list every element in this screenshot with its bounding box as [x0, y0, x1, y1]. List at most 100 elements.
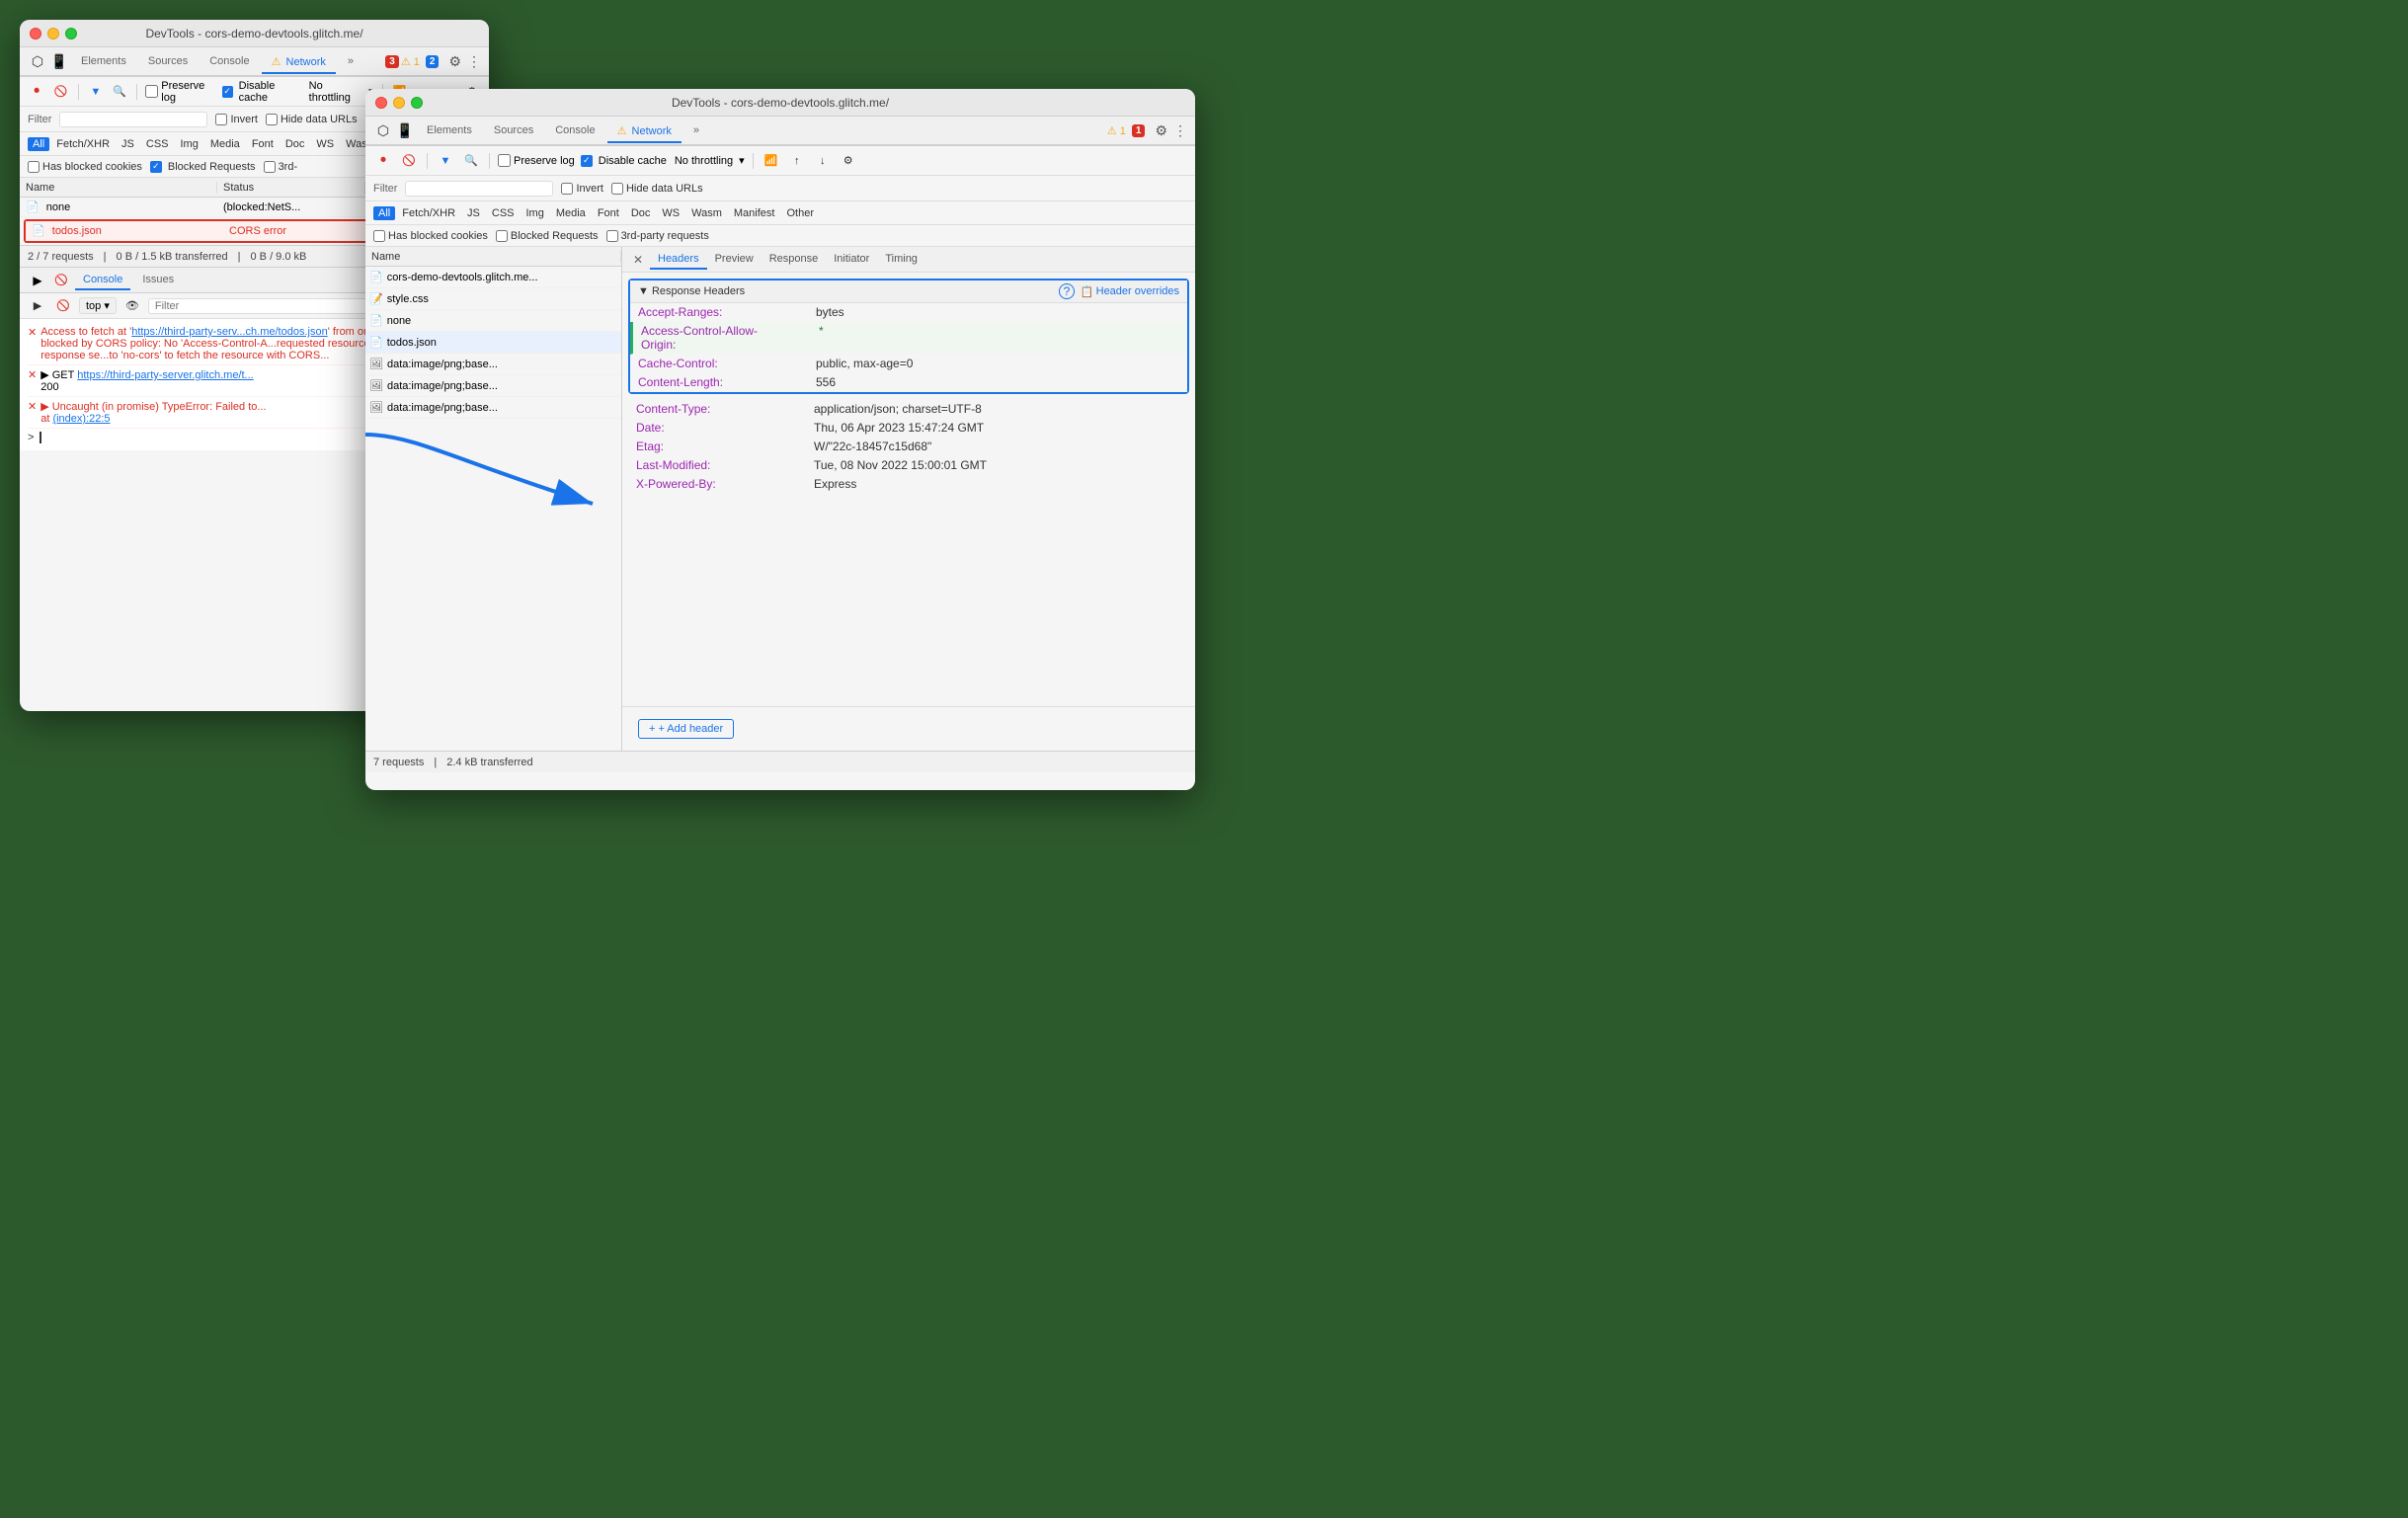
tab-network-front[interactable]: ⚠ Network	[607, 120, 682, 143]
type-doc-back[interactable]: Doc	[281, 137, 310, 151]
maximize-button-front[interactable]	[411, 97, 423, 109]
type-js-front[interactable]: JS	[462, 206, 485, 220]
device-icon-back[interactable]: 📱	[49, 51, 69, 71]
no-throttling-select-back[interactable]: No throttling	[309, 80, 362, 104]
preserve-log-cb-back[interactable]	[145, 85, 158, 98]
link-1-back[interactable]: https://third-party-serv...ch.me/todos.j…	[131, 326, 327, 338]
preserve-log-label-back[interactable]: Preserve log	[145, 80, 215, 104]
devtools-icon-back[interactable]: ⬡	[28, 51, 47, 71]
invert-cb-front[interactable]	[561, 183, 573, 195]
disable-cache-label-back[interactable]: ✓ Disable cache	[222, 80, 301, 104]
type-img-front[interactable]: Img	[522, 206, 549, 220]
panel-tab-headers-front[interactable]: Headers	[650, 250, 707, 270]
console-tab-console-back[interactable]: Console	[75, 271, 130, 290]
filter-icon-back[interactable]: ▼	[87, 82, 105, 102]
type-js-back[interactable]: JS	[117, 137, 139, 151]
hide-data-urls-cb-back[interactable]	[266, 114, 278, 125]
console-tab-issues-back[interactable]: Issues	[134, 271, 182, 290]
devtools-icon-front[interactable]: ⬡	[373, 120, 393, 140]
type-other-front[interactable]: Other	[781, 206, 819, 220]
add-header-button-front[interactable]: + + Add header	[638, 719, 734, 739]
response-help-icon-front[interactable]: ?	[1059, 283, 1075, 299]
settings-icon-front[interactable]: ⚙	[1155, 122, 1167, 139]
has-blocked-cookies-cb-back[interactable]	[28, 161, 40, 173]
type-all-front[interactable]: All	[373, 206, 395, 220]
tab-sources-back[interactable]: Sources	[138, 51, 198, 73]
panel-tab-initiator-front[interactable]: Initiator	[826, 250, 877, 270]
settings-icon-back[interactable]: ⚙	[448, 53, 461, 70]
third-party-cb-back[interactable]	[264, 161, 276, 173]
net-item-none-front[interactable]: 📄 none	[365, 310, 621, 332]
clear-back[interactable]: 🚫	[51, 82, 69, 102]
type-wasm-front[interactable]: Wasm	[686, 206, 727, 220]
tab-elements-front[interactable]: Elements	[417, 120, 482, 142]
net-item-todos-front[interactable]: 📄 todos.json	[365, 332, 621, 354]
tab-console-front[interactable]: Console	[545, 120, 604, 142]
type-css-front[interactable]: CSS	[487, 206, 520, 220]
type-ws-back[interactable]: WS	[311, 137, 339, 151]
type-fetch-front[interactable]: Fetch/XHR	[397, 206, 460, 220]
console-clear-back[interactable]: 🚫	[51, 271, 71, 290]
invert-label-front[interactable]: Invert	[561, 183, 603, 195]
no-throttling-front[interactable]: No throttling	[675, 155, 733, 167]
filter-icon-front[interactable]: ▼	[436, 151, 455, 171]
preserve-log-label-front[interactable]: Preserve log	[498, 154, 575, 167]
invert-label-back[interactable]: Invert	[215, 114, 258, 125]
net-item-cors-front[interactable]: 📄 cors-demo-devtools.glitch.me...	[365, 267, 621, 288]
blocked-requests-label-front[interactable]: Blocked Requests	[496, 230, 599, 242]
type-ws-front[interactable]: WS	[657, 206, 684, 220]
has-blocked-cookies-cb-front[interactable]	[373, 230, 385, 242]
header-overrides-link-front[interactable]: 📋 Header overrides	[1081, 285, 1179, 298]
more-icon-back[interactable]: ⋮	[467, 53, 481, 70]
tab-network-back[interactable]: ⚠ Network	[262, 51, 336, 74]
console-filter-back[interactable]: 🚫	[53, 296, 73, 316]
type-media-back[interactable]: Media	[205, 137, 245, 151]
stop-recording-front[interactable]: ⏺	[373, 151, 393, 171]
minimize-button-front[interactable]	[393, 97, 405, 109]
filter-input-front[interactable]	[405, 181, 553, 197]
stop-recording-back[interactable]: ⏺	[28, 82, 45, 102]
console-sidebar-back[interactable]: ▶	[28, 296, 47, 316]
third-party-label-back[interactable]: 3rd-	[264, 161, 298, 173]
disable-cache-cb-front[interactable]: ✓	[581, 155, 593, 167]
net-item-style-front[interactable]: 📝 style.css	[365, 288, 621, 310]
link-3-back[interactable]: https://third-party-server.glitch.me/t..…	[77, 369, 254, 381]
console-toggle-back[interactable]: ▶	[28, 271, 47, 290]
net-item-img2-front[interactable]: 🖼 data:image/png;base...	[365, 375, 621, 397]
third-party-cb-front[interactable]	[606, 230, 618, 242]
close-button-front[interactable]	[375, 97, 387, 109]
type-all-back[interactable]: All	[28, 137, 49, 151]
panel-tab-preview-front[interactable]: Preview	[707, 250, 762, 270]
blocked-requests-cb-front[interactable]	[496, 230, 508, 242]
hide-data-urls-label-back[interactable]: Hide data URLs	[266, 114, 358, 125]
type-media-front[interactable]: Media	[551, 206, 591, 220]
type-img-back[interactable]: Img	[176, 137, 203, 151]
tab-more-front[interactable]: »	[683, 120, 709, 142]
clear-front[interactable]: 🚫	[399, 151, 419, 171]
search-icon-back[interactable]: 🔍	[111, 82, 128, 102]
type-fetch-back[interactable]: Fetch/XHR	[51, 137, 115, 151]
network-icon-front[interactable]: 📶	[762, 151, 781, 171]
download-icon-front[interactable]: ↓	[813, 151, 833, 171]
type-font-front[interactable]: Font	[593, 206, 624, 220]
type-css-back[interactable]: CSS	[141, 137, 174, 151]
third-party-label-front[interactable]: 3rd-party requests	[606, 230, 709, 242]
settings-icon-2-front[interactable]: ⚙	[839, 151, 858, 171]
console-level-back[interactable]: top ▾	[79, 297, 117, 314]
minimize-button-back[interactable]	[47, 28, 59, 40]
hide-data-urls-label-front[interactable]: Hide data URLs	[611, 183, 703, 195]
invert-cb-back[interactable]	[215, 114, 227, 125]
type-manifest-front[interactable]: Manifest	[729, 206, 780, 220]
has-blocked-cookies-label-front[interactable]: Has blocked cookies	[373, 230, 488, 242]
disable-cache-label-front[interactable]: ✓ Disable cache	[581, 155, 667, 167]
tab-elements-back[interactable]: Elements	[71, 51, 136, 73]
upload-icon-front[interactable]: ↑	[787, 151, 807, 171]
filter-input-back[interactable]	[59, 112, 207, 127]
has-blocked-cookies-label-back[interactable]: Has blocked cookies	[28, 161, 142, 173]
maximize-button-back[interactable]	[65, 28, 77, 40]
type-doc-front[interactable]: Doc	[626, 206, 656, 220]
blocked-requests-label-back[interactable]: ✓ Blocked Requests	[150, 161, 256, 173]
tab-sources-front[interactable]: Sources	[484, 120, 543, 142]
panel-close-front[interactable]: ✕	[630, 252, 646, 268]
panel-tab-response-front[interactable]: Response	[762, 250, 827, 270]
